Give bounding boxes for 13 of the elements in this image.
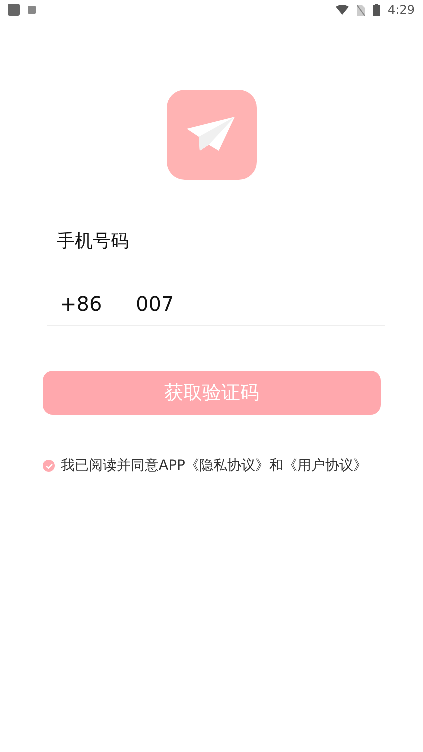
- country-code: +86: [59, 292, 104, 316]
- check-icon: [46, 464, 52, 468]
- paper-plane-icon: [186, 117, 236, 153]
- wifi-icon: [336, 5, 350, 15]
- battery-icon: [373, 4, 380, 16]
- phone-input[interactable]: 007: [136, 292, 385, 316]
- notification-icon: [28, 6, 36, 14]
- app-icon: [8, 4, 20, 16]
- status-time: 4:29: [388, 3, 415, 17]
- phone-label: 手机号码: [57, 230, 130, 253]
- agreement-checkbox[interactable]: [43, 460, 55, 472]
- agreement-text: 我已阅读并同意APP《隐私协议》和《用户协议》: [61, 457, 368, 475]
- no-sim-icon: [357, 4, 366, 16]
